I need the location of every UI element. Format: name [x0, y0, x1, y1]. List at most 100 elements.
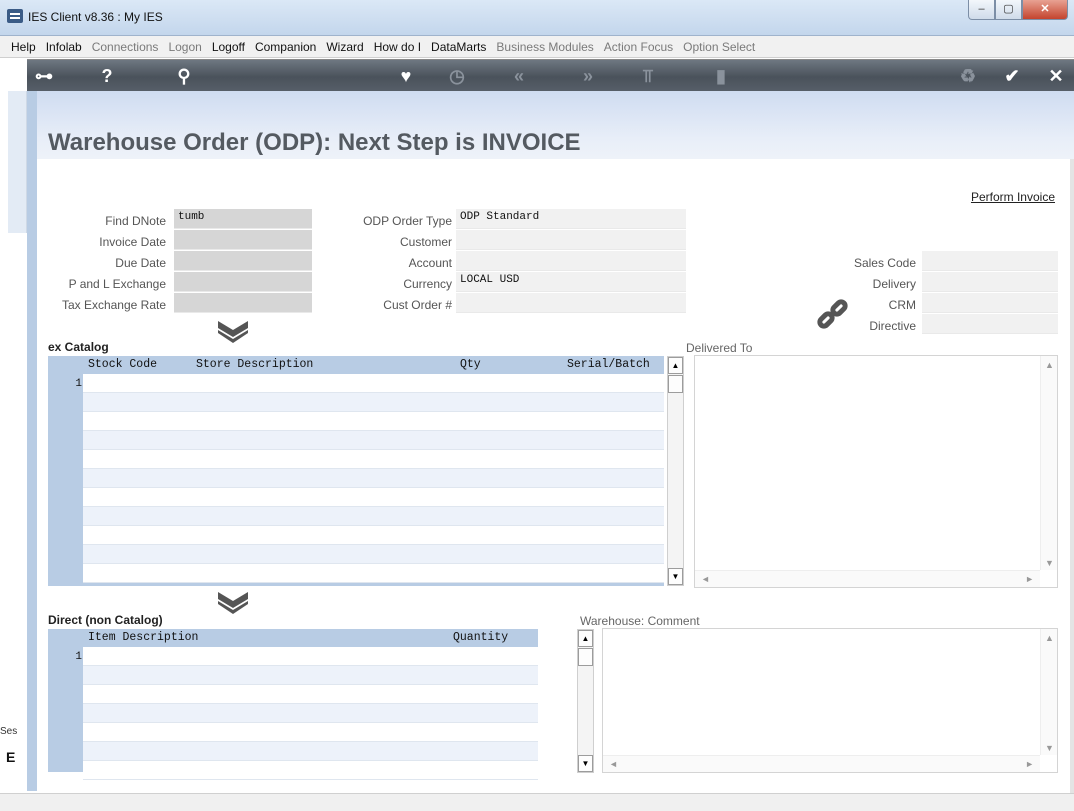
menu-logoff[interactable]: Logoff [207, 40, 250, 54]
scroll-thumb[interactable] [578, 648, 593, 666]
help-icon[interactable]: ? [92, 60, 122, 92]
scroll-thumb[interactable] [668, 375, 683, 393]
find-dnote-input[interactable]: tumb [174, 209, 312, 229]
menu-infolab[interactable]: Infolab [41, 40, 87, 54]
perform-invoice-link[interactable]: Perform Invoice [971, 190, 1055, 204]
currency-label: Currency [403, 277, 452, 291]
pl-exchange-input[interactable] [174, 272, 312, 292]
currency-input[interactable]: LOCAL USD [456, 272, 686, 292]
directive-input[interactable] [922, 314, 1058, 334]
session-tab-label[interactable]: Ses [0, 726, 17, 737]
delivered-to-hscroll[interactable]: ◄ ► [695, 570, 1040, 587]
catalog-grid: Stock Code Store Description Qty Serial/… [48, 356, 664, 586]
back-icon[interactable]: « [504, 60, 534, 92]
recycle-icon[interactable]: ♻ [953, 60, 983, 92]
menu-help[interactable]: Help [6, 40, 41, 54]
heart-icon[interactable]: ♥ [391, 60, 421, 92]
ok-icon[interactable]: ✔ [997, 60, 1027, 92]
scroll-down-button[interactable]: ▼ [578, 755, 593, 772]
table-row[interactable] [83, 507, 664, 526]
comment-left-scrollbar[interactable]: ▲ ▼ [577, 629, 594, 773]
account-input[interactable] [456, 251, 686, 271]
catalog-rows[interactable] [83, 374, 664, 586]
cust-order-input[interactable] [456, 293, 686, 313]
table-row[interactable] [83, 412, 664, 431]
catalog-row-number: 1 [75, 378, 82, 390]
scroll-down-button[interactable]: ▼ [668, 568, 683, 585]
table-row[interactable] [83, 526, 664, 545]
table-row[interactable] [83, 742, 538, 761]
col-qty[interactable]: Qty [460, 358, 481, 371]
catalog-scrollbar[interactable]: ▲ ▼ [667, 356, 684, 586]
scroll-up-arrow[interactable]: ▲ [1045, 633, 1054, 643]
direct-rows[interactable] [83, 647, 538, 780]
menu-companion[interactable]: Companion [250, 40, 321, 54]
order-type-input[interactable]: ODP Standard [456, 209, 686, 229]
scroll-down-arrow[interactable]: ▼ [1045, 743, 1054, 753]
session-icon[interactable]: E [6, 749, 15, 765]
customer-input[interactable] [456, 230, 686, 250]
table-row[interactable] [83, 761, 538, 780]
comment-hscroll[interactable]: ◄ ► [603, 755, 1040, 772]
col-quantity[interactable]: Quantity [453, 631, 508, 644]
delivery-input[interactable] [922, 272, 1058, 292]
invoice-date-input[interactable] [174, 230, 312, 250]
scroll-up-button[interactable]: ▲ [578, 630, 593, 647]
maximize-button[interactable]: ▢ [995, 0, 1022, 20]
col-item-description[interactable]: Item Description [88, 631, 198, 644]
menu-wizard[interactable]: Wizard [321, 40, 368, 54]
key-icon[interactable]: ⊶ [29, 60, 59, 92]
menu-how-do-i[interactable]: How do I [369, 40, 426, 54]
warehouse-comment-textarea[interactable]: ▲ ▼ ◄ ► [602, 628, 1058, 773]
scroll-up-arrow[interactable]: ▲ [1045, 360, 1054, 370]
menu-action-focus: Action Focus [603, 39, 674, 54]
menu-datamarts[interactable]: DataMarts [426, 40, 491, 54]
toolbar-close-icon[interactable]: ✕ [1041, 60, 1071, 92]
comment-vscroll[interactable]: ▲ ▼ [1040, 629, 1057, 755]
table-row[interactable] [83, 431, 664, 450]
pl-exchange-label: P and L Exchange [68, 277, 166, 291]
col-stock-code[interactable]: Stock Code [88, 358, 157, 371]
link-icon[interactable] [816, 298, 850, 334]
minimize-button[interactable]: – [968, 0, 995, 20]
table-row[interactable] [83, 488, 664, 507]
forward-icon[interactable]: » [573, 60, 603, 92]
delivered-to-textarea[interactable]: ▲ ▼ ◄ ► [694, 355, 1058, 588]
col-store-description[interactable]: Store Description [196, 358, 313, 371]
table-row[interactable] [83, 666, 538, 685]
table-row[interactable] [83, 450, 664, 469]
search-icon[interactable]: ⚲ [169, 60, 199, 92]
stop-icon[interactable]: ▮ [706, 60, 736, 92]
table-row[interactable] [83, 393, 664, 412]
table-row[interactable] [83, 704, 538, 723]
table-row[interactable] [83, 545, 664, 564]
due-date-input[interactable] [174, 251, 312, 271]
expand-direct-icon[interactable] [215, 590, 251, 616]
expand-catalog-icon[interactable] [215, 319, 251, 345]
scroll-up-button[interactable]: ▲ [668, 357, 683, 374]
tools-icon[interactable]: ⫪ [633, 60, 663, 92]
close-window-button[interactable]: ✕ [1022, 0, 1068, 20]
table-row[interactable] [83, 564, 664, 583]
table-row[interactable] [83, 685, 538, 704]
table-row[interactable] [83, 374, 664, 393]
scroll-down-arrow[interactable]: ▼ [1045, 558, 1054, 568]
account-label: Account [408, 256, 452, 270]
delivered-to-vscroll[interactable]: ▲ ▼ [1040, 356, 1057, 570]
table-row[interactable] [83, 723, 538, 742]
window-controls: – ▢ ✕ [968, 0, 1068, 20]
scroll-left-arrow[interactable]: ◄ [701, 574, 710, 584]
crm-input[interactable] [922, 293, 1058, 313]
scroll-right-arrow[interactable]: ► [1025, 759, 1034, 769]
app-icon [7, 9, 23, 23]
clock-icon[interactable]: ◷ [442, 60, 472, 92]
table-row[interactable] [83, 469, 664, 488]
direct-header: Item Description Quantity [48, 629, 538, 647]
scroll-left-arrow[interactable]: ◄ [609, 759, 618, 769]
tax-exchange-input[interactable] [174, 293, 312, 313]
delivery-label: Delivery [872, 277, 916, 291]
table-row[interactable] [83, 647, 538, 666]
scroll-right-arrow[interactable]: ► [1025, 574, 1034, 584]
sales-code-input[interactable] [922, 251, 1058, 271]
col-serial-batch[interactable]: Serial/Batch [567, 358, 650, 371]
